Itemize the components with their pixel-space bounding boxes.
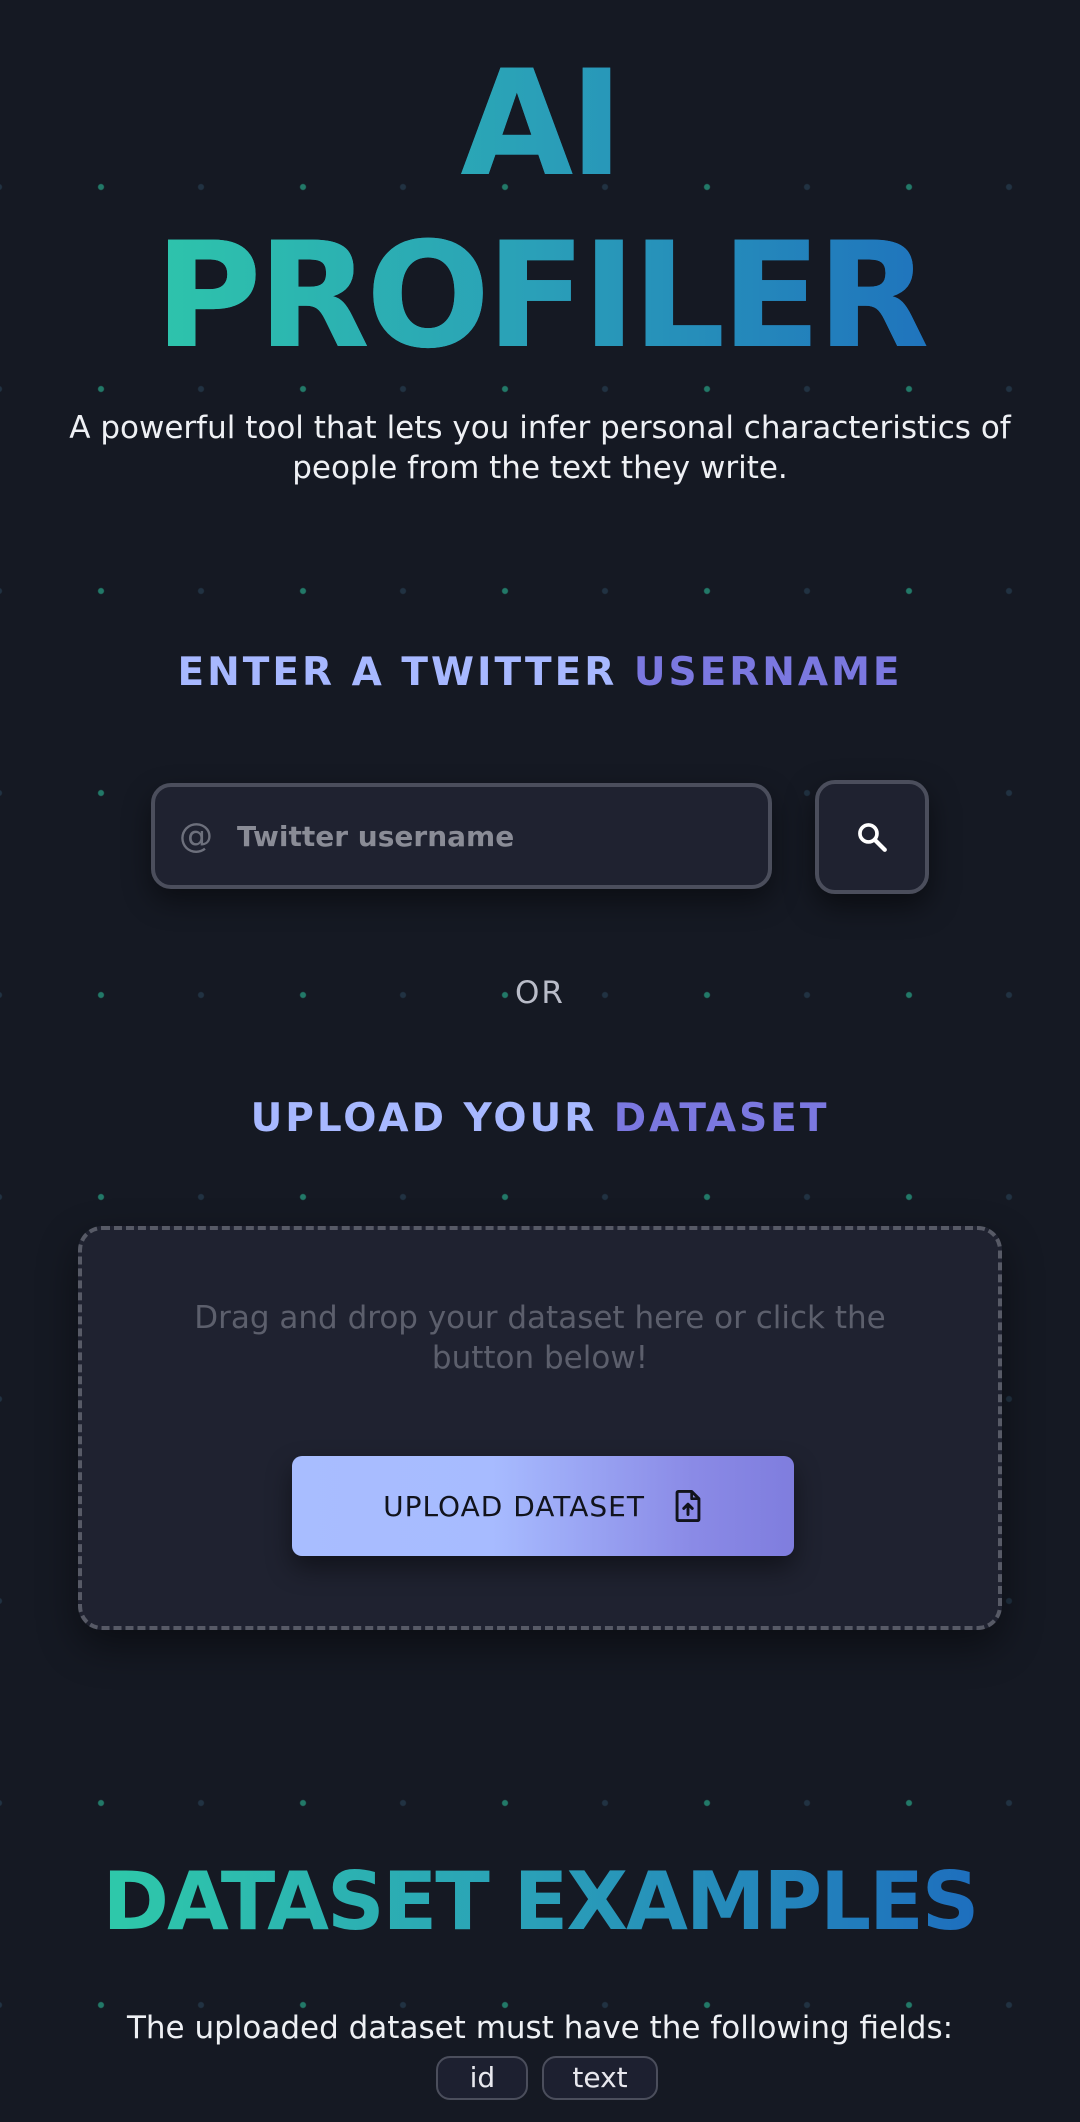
dataset-requirements: The uploaded dataset must have the follo…	[120, 2004, 960, 2100]
twitter-username-field: @	[151, 783, 772, 889]
dataset-examples-heading: DATASET EXAMPLES	[0, 1854, 1080, 1950]
app-title-line-1: AI	[0, 38, 1080, 210]
search-icon	[858, 823, 887, 852]
upload-heading-part-1: UPLOAD YOUR	[250, 1096, 614, 1141]
twitter-heading-part-2: USERNAME	[633, 650, 903, 695]
search-button[interactable]	[815, 780, 929, 894]
dataset-dropzone[interactable]: Drag and drop your dataset here or click…	[78, 1226, 1002, 1630]
twitter-section-heading: ENTER A TWITTER USERNAME	[0, 650, 1080, 695]
app-title-line-2: PROFILER	[0, 210, 1080, 382]
dataset-requirements-text: The uploaded dataset must have the follo…	[126, 2010, 954, 2046]
field-chip-id: id	[436, 2055, 529, 2100]
upload-dataset-button-label: UPLOAD DATASET	[383, 1489, 645, 1523]
app-title: AI PROFILER	[0, 38, 1080, 382]
app-subtitle: A powerful tool that lets you infer pers…	[69, 410, 1011, 486]
at-sign-icon: @	[179, 816, 213, 856]
dropzone-instructions: Drag and drop your dataset here or click…	[194, 1300, 886, 1376]
or-divider-label: OR	[515, 975, 565, 1011]
file-upload-icon	[675, 1489, 701, 1523]
field-chip-text: text	[542, 2055, 658, 2100]
upload-heading-part-2: DATASET	[613, 1096, 830, 1141]
twitter-heading-part-1: ENTER A TWITTER	[177, 650, 634, 695]
twitter-username-input[interactable]	[229, 806, 768, 866]
upload-dataset-button[interactable]: UPLOAD DATASET	[292, 1456, 794, 1556]
upload-section-heading: UPLOAD YOUR DATASET	[0, 1096, 1080, 1141]
